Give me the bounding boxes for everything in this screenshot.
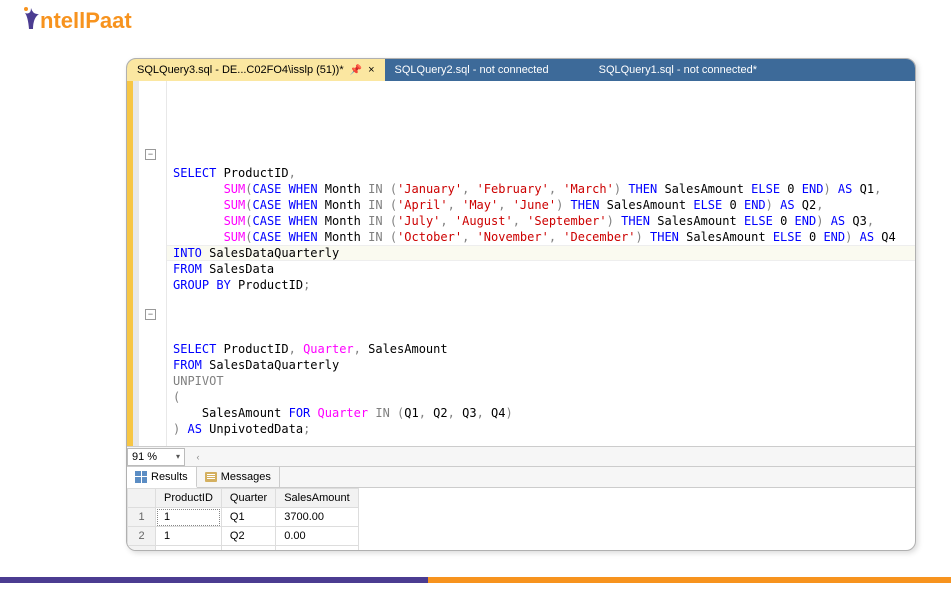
tab-label: Results: [151, 471, 188, 483]
code-editor[interactable]: − − SELECT ProductID, SUM(CASE WHEN Mont…: [127, 81, 915, 446]
stripe-purple: [0, 577, 428, 583]
cell-salesamount[interactable]: 0.00: [276, 527, 358, 546]
tab-spacer: [559, 59, 589, 81]
row-number: 3: [128, 546, 156, 552]
col-quarter[interactable]: Quarter: [221, 489, 275, 508]
stripe-orange: [428, 577, 951, 583]
cell-productid[interactable]: 1: [156, 546, 222, 552]
fold-toggle-icon[interactable]: −: [145, 149, 156, 160]
zoom-status-bar: 91 % ▾ ‹: [127, 446, 915, 466]
pin-icon[interactable]: 📌: [350, 65, 362, 76]
cell-quarter[interactable]: Q1: [221, 508, 275, 527]
zoom-dropdown[interactable]: 91 % ▾: [127, 448, 185, 466]
tab-sqlquery2[interactable]: SQLQuery2.sql - not connected: [385, 59, 559, 81]
chevron-down-icon: ▾: [176, 452, 180, 461]
fold-toggle-icon[interactable]: −: [145, 309, 156, 320]
code-content[interactable]: SELECT ProductID, SUM(CASE WHEN Month IN…: [167, 81, 915, 446]
tab-results[interactable]: Results: [127, 467, 197, 488]
cell-productid[interactable]: 1: [156, 527, 222, 546]
table-row[interactable]: 31Q30.00: [128, 546, 359, 552]
change-marker-gray: [133, 81, 139, 446]
table-row[interactable]: 21Q20.00: [128, 527, 359, 546]
cell-salesamount[interactable]: 3700.00: [276, 508, 358, 527]
scroll-arrow-icon[interactable]: ‹: [191, 450, 205, 464]
cell-quarter[interactable]: Q3: [221, 546, 275, 552]
tab-label: SQLQuery2.sql - not connected: [395, 64, 549, 76]
row-number: 2: [128, 527, 156, 546]
tab-sqlquery1[interactable]: SQLQuery1.sql - not connected*: [589, 59, 767, 81]
tab-label: SQLQuery3.sql - DE...C02FO4\isslp (51))*: [137, 64, 344, 76]
col-productid[interactable]: ProductID: [156, 489, 222, 508]
ide-window: SQLQuery3.sql - DE...C02FO4\isslp (51))*…: [126, 58, 916, 551]
tab-sqlquery3[interactable]: SQLQuery3.sql - DE...C02FO4\isslp (51))*…: [127, 59, 385, 81]
results-tab-bar: Results Messages: [127, 466, 915, 488]
grid-icon: [135, 471, 147, 483]
close-icon[interactable]: ×: [368, 64, 374, 76]
editor-gutter: − −: [127, 81, 167, 446]
tab-messages[interactable]: Messages: [197, 467, 280, 487]
brand-logo: ntellPaat: [22, 8, 132, 34]
cell-productid[interactable]: 1: [156, 508, 222, 527]
logo-star-icon: [22, 8, 40, 30]
results-table: ProductID Quarter SalesAmount 11Q13700.0…: [127, 488, 359, 551]
table-row[interactable]: 11Q13700.00: [128, 508, 359, 527]
brand-footer-stripe: [0, 577, 951, 583]
messages-icon: [205, 472, 217, 482]
logo-text-2: Paat: [85, 8, 131, 33]
results-grid[interactable]: ProductID Quarter SalesAmount 11Q13700.0…: [127, 488, 915, 551]
document-tab-bar: SQLQuery3.sql - DE...C02FO4\isslp (51))*…: [127, 59, 915, 81]
zoom-value: 91 %: [132, 451, 157, 463]
logo-text-1: ntell: [40, 8, 85, 33]
cell-quarter[interactable]: Q2: [221, 527, 275, 546]
cell-salesamount[interactable]: 0.00: [276, 546, 358, 552]
row-number: 1: [128, 508, 156, 527]
col-salesamount[interactable]: SalesAmount: [276, 489, 358, 508]
tab-label: Messages: [221, 471, 271, 483]
rownum-header: [128, 489, 156, 508]
tab-label: SQLQuery1.sql - not connected*: [599, 64, 757, 76]
